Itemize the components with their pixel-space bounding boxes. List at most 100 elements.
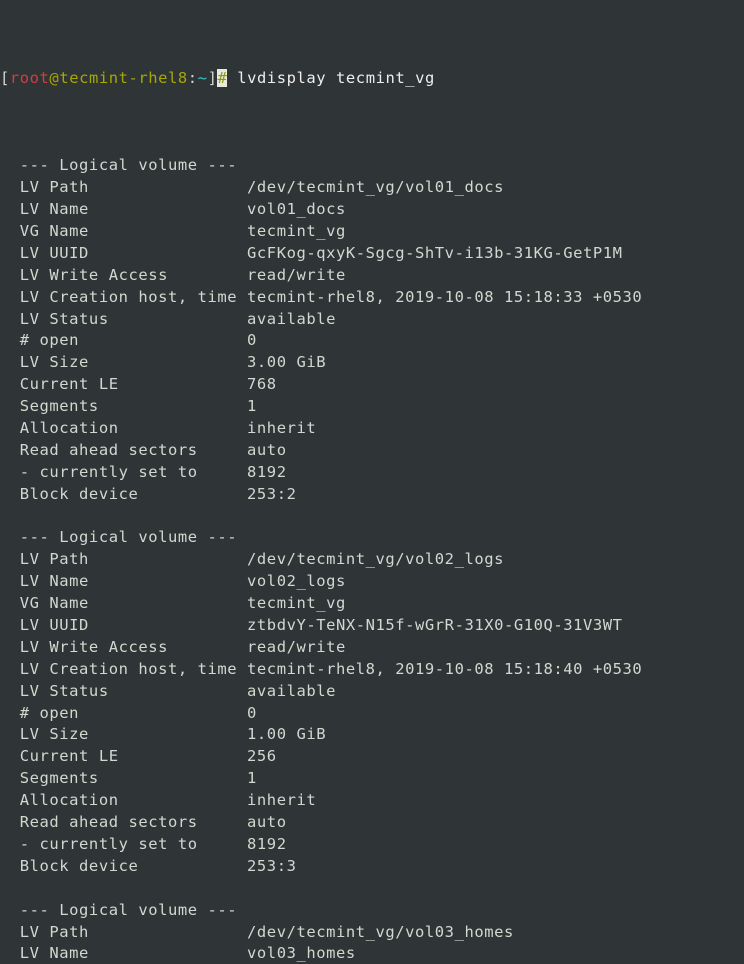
output-row-value: /dev/tecmint_vg/vol03_homes	[247, 922, 514, 941]
output-row: LV Name vol01_docs	[0, 199, 744, 221]
prompt-separator: :	[187, 68, 198, 87]
output-row-value: read/write	[247, 637, 346, 656]
output-row-value: auto	[247, 813, 287, 832]
output-row-label: Read ahead sectors	[0, 440, 248, 459]
output-row-label: LV Name	[0, 944, 248, 963]
output-row-label: Current LE	[0, 747, 248, 766]
output-row: LV Path /dev/tecmint_vg/vol01_docs	[0, 177, 744, 199]
output-row-label: LV Write Access	[0, 265, 248, 284]
output-row-value: inherit	[247, 419, 317, 438]
output-row-label: VG Name	[0, 594, 248, 613]
command-output: --- Logical volume --- LV Path /dev/tecm…	[0, 155, 744, 964]
output-row-label: LV Path	[0, 178, 248, 197]
output-row-value: ztbdvY-TeNX-N15f-wGrR-31X0-G10Q-31V3WT	[247, 616, 623, 635]
prompt-at-symbol: @	[49, 68, 60, 87]
prompt-line: [root@tecmint-rhel8:~]# lvdisplay tecmin…	[0, 68, 744, 90]
output-row: Segments 1	[0, 768, 744, 790]
prompt-hostname: tecmint-rhel8	[59, 68, 188, 87]
output-row-value: 256	[247, 747, 277, 766]
command-text[interactable]: lvdisplay tecmint_vg	[227, 69, 435, 87]
output-row-label: LV Status	[0, 681, 248, 700]
output-row-label: LV Write Access	[0, 637, 248, 656]
output-row-label: LV Status	[0, 309, 248, 328]
output-row: LV Status available	[0, 681, 744, 703]
output-row-label: LV Name	[0, 572, 248, 591]
output-row-label: LV Path	[0, 922, 248, 941]
logical-volume-header: --- Logical volume ---	[0, 528, 238, 547]
output-row-value: 8192	[247, 462, 287, 481]
output-row: Read ahead sectors auto	[0, 812, 744, 834]
terminal-window[interactable]: [root@tecmint-rhel8:~]# lvdisplay tecmin…	[0, 0, 744, 964]
output-row: Allocation inherit	[0, 790, 744, 812]
prompt-close-bracket: ]	[207, 68, 218, 87]
output-row: Block device 253:2	[0, 484, 744, 506]
output-row-label: Segments	[0, 769, 248, 788]
output-row: LV Path /dev/tecmint_vg/vol02_logs	[0, 549, 744, 571]
output-row: LV Status available	[0, 309, 744, 331]
output-row-value: 253:2	[247, 484, 297, 503]
output-row-label: # open	[0, 331, 248, 350]
output-row-label: - currently set to	[0, 462, 248, 481]
output-row: LV Size 1.00 GiB	[0, 724, 744, 746]
output-row: Current LE 768	[0, 374, 744, 396]
output-row-value: vol01_docs	[247, 200, 346, 219]
logical-volume-header: --- Logical volume ---	[0, 156, 238, 175]
output-row-label: LV Name	[0, 200, 248, 219]
output-row-value: 0	[247, 331, 257, 350]
output-row-value: 768	[247, 375, 277, 394]
output-row-value: tecmint-rhel8, 2019-10-08 15:18:33 +0530	[247, 287, 643, 306]
output-row-value: 1	[247, 397, 257, 416]
output-row-value: tecmint_vg	[247, 594, 346, 613]
output-row: - currently set to 8192	[0, 462, 744, 484]
output-row: LV Write Access read/write	[0, 265, 744, 287]
output-row-label: # open	[0, 703, 248, 722]
output-row: VG Name tecmint_vg	[0, 221, 744, 243]
output-row-label: LV Path	[0, 550, 248, 569]
logical-volume-header: --- Logical volume ---	[0, 900, 238, 919]
output-row-label: Block device	[0, 856, 248, 875]
output-row-label: LV Size	[0, 353, 248, 372]
cursor-block: #	[217, 68, 228, 87]
output-row-label: LV UUID	[0, 243, 248, 262]
output-row-value: /dev/tecmint_vg/vol01_docs	[247, 178, 504, 197]
output-row-value: 1	[247, 769, 257, 788]
output-row: # open 0	[0, 703, 744, 725]
output-row: Allocation inherit	[0, 418, 744, 440]
output-row-value: tecmint-rhel8, 2019-10-08 15:18:40 +0530	[247, 659, 643, 678]
output-row-label: LV Creation host, time	[0, 287, 248, 306]
output-row: # open 0	[0, 330, 744, 352]
output-row-label: Current LE	[0, 375, 248, 394]
output-row-value: available	[247, 309, 336, 328]
output-row-value: tecmint_vg	[247, 222, 346, 240]
output-row-value: auto	[247, 440, 287, 459]
output-row-label: Block device	[0, 484, 248, 503]
output-row-label: LV UUID	[0, 616, 248, 635]
output-row: LV Name vol03_homes	[0, 943, 744, 964]
output-row: Segments 1	[0, 396, 744, 418]
output-row-value: 253:3	[247, 856, 297, 875]
output-row: LV Write Access read/write	[0, 637, 744, 659]
output-row-value: 8192	[247, 834, 287, 853]
prompt-open-bracket: [	[0, 68, 10, 87]
output-row-value: vol03_homes	[247, 944, 356, 963]
output-row-value: read/write	[247, 265, 346, 284]
output-row: LV UUID ztbdvY-TeNX-N15f-wGrR-31X0-G10Q-…	[0, 615, 744, 637]
prompt-user: root	[9, 68, 50, 87]
output-row-label: LV Creation host, time	[0, 659, 248, 678]
output-row-value: 0	[247, 703, 257, 722]
output-row-value: available	[247, 681, 336, 700]
output-row-value: GcFKog-qxyK-Sgcg-ShTv-i13b-31KG-GetP1M	[247, 243, 623, 262]
output-row: LV Path /dev/tecmint_vg/vol03_homes	[0, 922, 744, 944]
output-row-label: Allocation	[0, 419, 248, 438]
output-row: LV Creation host, time tecmint-rhel8, 20…	[0, 659, 744, 681]
output-row: LV Name vol02_logs	[0, 571, 744, 593]
output-row: VG Name tecmint_vg	[0, 593, 744, 615]
output-row: Read ahead sectors auto	[0, 440, 744, 462]
output-row-value: vol02_logs	[247, 572, 346, 591]
output-row: LV UUID GcFKog-qxyK-Sgcg-ShTv-i13b-31KG-…	[0, 243, 744, 265]
output-row-label: Segments	[0, 397, 248, 416]
prompt-cwd: ~	[197, 68, 208, 87]
output-row: Current LE 256	[0, 746, 744, 768]
output-row-label: VG Name	[0, 222, 248, 240]
output-row-label: - currently set to	[0, 834, 248, 853]
